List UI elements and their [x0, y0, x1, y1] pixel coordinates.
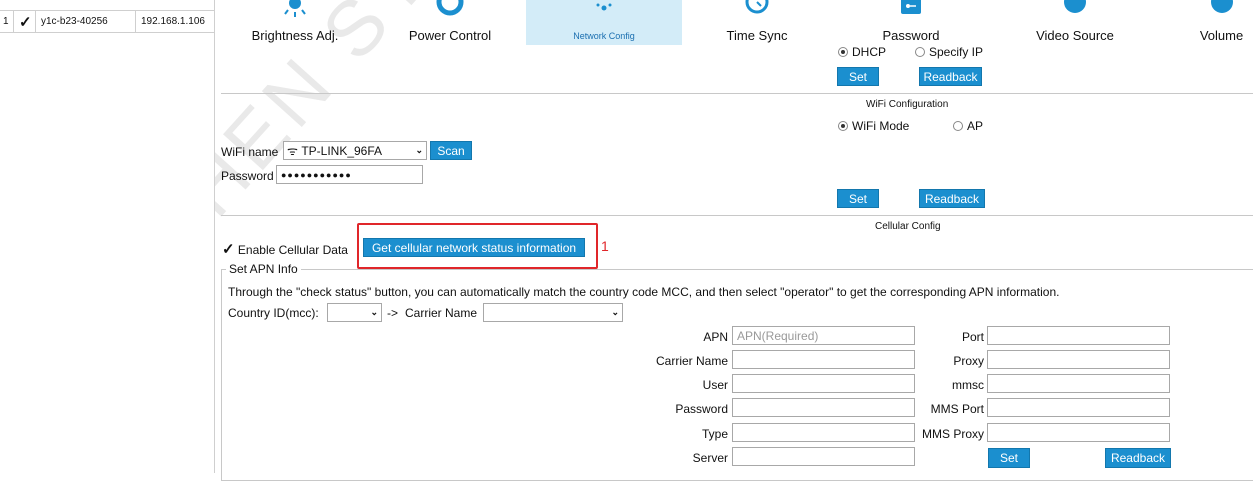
apn-placeholder: APN(Required) [737, 328, 819, 343]
mms-port-input[interactable] [987, 398, 1170, 417]
radio-selected-icon [838, 121, 848, 131]
ap-radio[interactable]: AP [953, 119, 983, 133]
ap-label: AP [967, 119, 984, 133]
power-icon [436, 0, 464, 16]
clock-icon [745, 0, 769, 14]
apn-readback-button[interactable]: Readback [1105, 448, 1171, 468]
country-select[interactable]: ⌄ [327, 303, 382, 322]
wifi-mode-label: WiFi Mode [852, 119, 910, 133]
apn-set-button[interactable]: Set [988, 448, 1030, 468]
port-label: Port [961, 330, 984, 344]
device-row[interactable]: 1 ✓ y1c-b23-40256 192.168.1.106 [0, 10, 214, 33]
tab-password[interactable]: Password [832, 0, 990, 45]
apn-group-label: Set APN Info [226, 262, 301, 276]
apn-input[interactable]: APN(Required) [732, 326, 915, 345]
chevron-down-icon: ⌄ [370, 307, 378, 317]
mms-port-label: MMS Port [930, 402, 984, 416]
divider [221, 93, 1253, 94]
divider [221, 215, 1253, 216]
mmsc-input[interactable] [987, 374, 1170, 393]
wifi-section-title: WiFi Configuration [866, 99, 949, 110]
apn-password-input[interactable] [732, 398, 915, 417]
tab-power-control[interactable]: Power Control [375, 0, 525, 45]
wifi-password-field[interactable]: ●●●●●●●●●●● [276, 165, 423, 184]
tab-video-source[interactable]: Video Source [990, 0, 1160, 45]
wifi-icon: ᯤ [287, 144, 298, 158]
tab-label: Volume [1199, 28, 1244, 43]
tab-label: Time Sync [726, 28, 788, 43]
specify-ip-label: Specify IP [929, 45, 984, 59]
mms-proxy-input[interactable] [987, 423, 1170, 442]
tab-time-sync[interactable]: Time Sync [682, 0, 832, 45]
tab-label: Password [882, 28, 940, 43]
ip-set-button[interactable]: Set [837, 67, 879, 86]
server-label: Server [692, 451, 728, 465]
device-index: 1 [0, 11, 14, 32]
tab-label: Power Control [408, 28, 492, 43]
tab-network-config[interactable]: Network Config [526, 0, 682, 45]
chevron-down-icon: ⌄ [611, 307, 619, 317]
arrow-text: -> [387, 306, 399, 320]
dhcp-radio[interactable]: DHCP [838, 45, 886, 59]
annotation-number: 1 [601, 238, 609, 254]
enable-cellular-label: Enable Cellular Data [237, 243, 348, 257]
apn-instructions: Through the "check status" button, you c… [228, 285, 1060, 299]
wifi-set-button[interactable]: Set [837, 189, 879, 208]
dhcp-label: DHCP [852, 45, 887, 59]
wifi-readback-button[interactable]: Readback [919, 189, 985, 208]
volume-icon [1210, 0, 1233, 13]
cellular-section-title: Cellular Config [875, 221, 941, 232]
tab-label: Network Config [573, 31, 635, 41]
radio-selected-icon [838, 47, 848, 57]
carrier-name-label: Carrier Name [655, 354, 728, 368]
mms-proxy-label: MMS Proxy [921, 427, 984, 441]
country-label: Country ID(mcc): [228, 306, 319, 320]
type-label: Type [701, 427, 728, 441]
checkmark-icon: ✓ [222, 241, 235, 258]
user-label: User [702, 378, 728, 392]
carrier-name-input[interactable] [732, 350, 915, 369]
wifi-mode-radio[interactable]: WiFi Mode [838, 119, 909, 133]
radio-unselected-icon [915, 47, 925, 57]
apn-password-label: Password [675, 402, 728, 416]
radio-unselected-icon [953, 121, 963, 131]
network-icon [596, 3, 612, 11]
device-name: y1c-b23-40256 [36, 11, 136, 32]
wifi-password-label: Password [221, 169, 274, 183]
tab-brightness[interactable]: Brightness Adj. [215, 0, 375, 45]
mmsc-label: mmsc [952, 378, 984, 392]
wifi-name-select[interactable]: ᯤ TP-LINK_96FA ⌄ [283, 141, 427, 160]
ip-readback-button[interactable]: Readback [919, 67, 982, 86]
type-input[interactable] [732, 423, 915, 442]
wifi-name-value: TP-LINK_96FA [301, 144, 383, 158]
server-input[interactable] [732, 447, 915, 466]
user-input[interactable] [732, 374, 915, 393]
key-icon [901, 0, 921, 14]
tab-volume[interactable]: Volume [1190, 0, 1253, 45]
sun-icon [284, 0, 306, 17]
highlight-box [357, 223, 598, 269]
wifi-name-label: WiFi name [221, 145, 279, 159]
device-list: 1 ✓ y1c-b23-40256 192.168.1.106 [0, 0, 215, 473]
wifi-scan-button[interactable]: Scan [430, 141, 472, 160]
enable-cellular-checkbox[interactable]: ✓ Enable Cellular Data [222, 240, 348, 258]
tab-label: Brightness Adj. [251, 28, 339, 43]
specify-ip-radio[interactable]: Specify IP [915, 45, 983, 59]
device-checkbox[interactable]: ✓ [14, 11, 36, 32]
apn-label: APN [703, 330, 728, 344]
tab-label: Video Source [1036, 28, 1114, 43]
chevron-down-icon: ⌄ [415, 145, 423, 155]
port-input[interactable] [987, 326, 1170, 345]
tab-bar: Brightness Adj. Power Control Network Co… [215, 0, 1253, 45]
video-source-icon [1064, 0, 1086, 13]
device-ip: 192.168.1.106 [141, 16, 205, 27]
proxy-label: Proxy [953, 354, 984, 368]
proxy-input[interactable] [987, 350, 1170, 369]
carrier-label: Carrier Name [405, 306, 478, 320]
carrier-select[interactable]: ⌄ [483, 303, 623, 322]
